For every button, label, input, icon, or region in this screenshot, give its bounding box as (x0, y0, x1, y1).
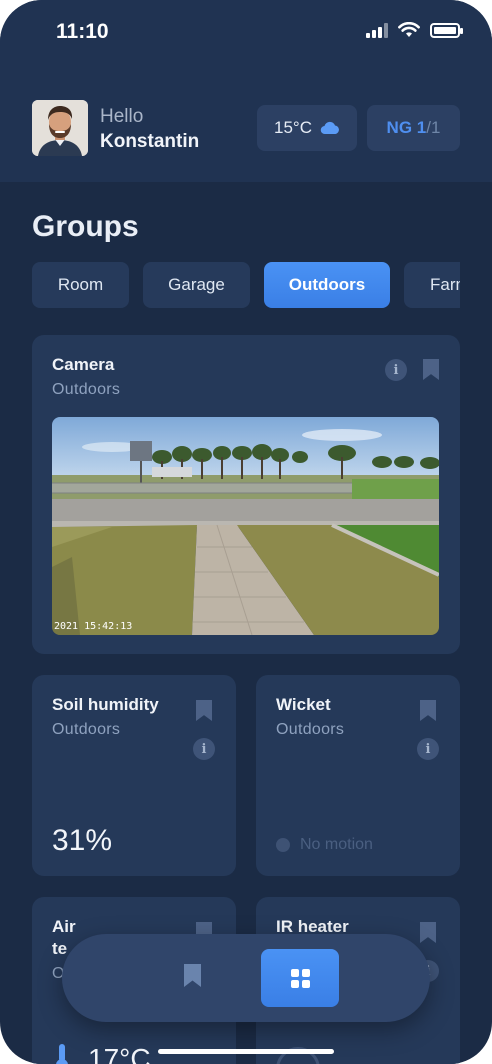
weather-chip[interactable]: 15°C (257, 105, 357, 151)
tab-farm[interactable]: Farm (404, 262, 460, 308)
card-title: Air (52, 917, 76, 936)
card-subtitle: Outdoors (276, 721, 345, 738)
camera-card[interactable]: Camera Outdoors i 2021 15:42:13 (32, 335, 460, 654)
tab-outdoors[interactable]: Outdoors (264, 262, 390, 308)
greeting-text: Hello (100, 106, 144, 127)
ng-label: NG (386, 118, 413, 137)
info-icon[interactable]: i (385, 359, 407, 381)
home-indicator[interactable] (158, 1049, 334, 1054)
card-subtitle: Outdoors (52, 381, 121, 398)
bookmark-icon[interactable] (423, 359, 439, 380)
tab-garage[interactable]: Garage (143, 262, 250, 308)
phone-screen: 11:10 Hello Konstantin 15°C NG 1/1 Group… (0, 0, 492, 1064)
card-title-line2: te (52, 939, 68, 958)
thermometer-icon (56, 1044, 68, 1064)
tab-room[interactable]: Room (32, 262, 129, 308)
soil-humidity-value: 31% (52, 824, 113, 857)
info-icon[interactable]: i (193, 738, 215, 760)
camera-feed[interactable]: 2021 15:42:13 (52, 417, 439, 635)
ng-total: 1 (430, 118, 441, 137)
bottom-nav (62, 934, 430, 1022)
camera-image (52, 417, 439, 635)
weather-temperature: 15°C (274, 118, 312, 137)
wicket-card[interactable]: Wicket Outdoors i No motion (256, 675, 460, 876)
card-title: Wicket (276, 695, 331, 714)
status-time: 11:10 (56, 20, 109, 43)
card-title: Soil humidity (52, 695, 159, 714)
battery-icon (430, 22, 463, 38)
wifi-icon (398, 22, 420, 37)
info-icon[interactable]: i (417, 738, 439, 760)
cloud-icon (320, 121, 339, 135)
card-title: Camera (52, 355, 115, 374)
bookmark-icon[interactable] (420, 700, 436, 721)
dashboard-icon[interactable] (261, 949, 339, 1007)
bookmark-icon[interactable] (196, 700, 212, 721)
ng-current: 1 (416, 118, 427, 137)
user-name: Konstantin (100, 131, 200, 152)
avatar[interactable] (32, 100, 88, 156)
air-temperature-value: 17°C (88, 1043, 151, 1064)
soil-humidity-card[interactable]: Soil humidity Outdoors i 31% (32, 675, 236, 876)
motion-status: No motion (276, 836, 373, 854)
group-tabs: Room Garage Outdoors Farm (32, 262, 460, 308)
bookmark-icon[interactable] (420, 922, 436, 943)
bookmark-icon[interactable] (184, 964, 201, 987)
status-dot (276, 838, 290, 852)
ng-chip[interactable]: NG 1/1 (367, 105, 460, 151)
status-icons (366, 22, 463, 38)
signal-icon (366, 22, 388, 38)
motion-status-text: No motion (300, 836, 373, 853)
camera-timestamp: 2021 15:42:13 (54, 621, 133, 632)
card-subtitle: Outdoors (52, 721, 121, 738)
groups-title: Groups (32, 210, 139, 243)
